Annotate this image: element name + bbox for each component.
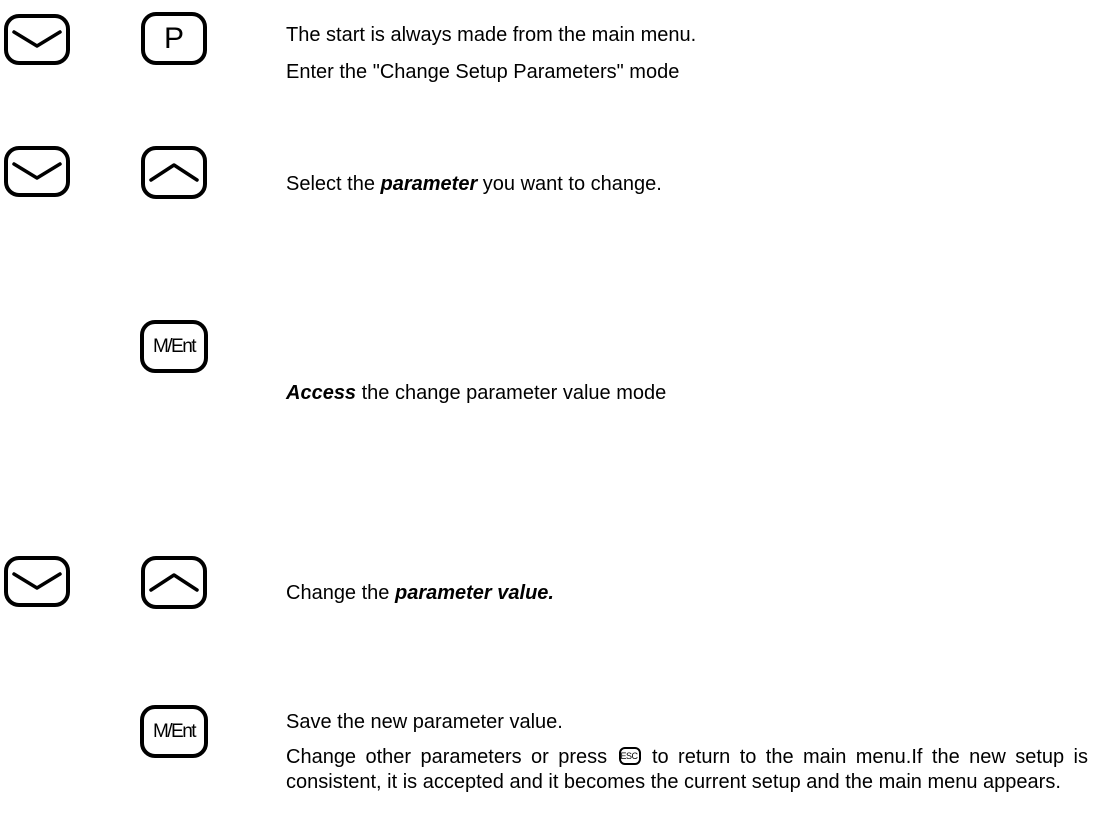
down-arrow-key-icon (4, 14, 70, 65)
up-arrow-key-icon (141, 146, 207, 199)
step3-text: Access the change parameter value mode (286, 378, 666, 408)
p-key-label: P (163, 21, 184, 55)
step2-suffix: you want to change. (477, 173, 662, 195)
esc-key-icon: ESC (618, 747, 641, 765)
step2-text: Select the parameter you want to change. (286, 169, 662, 199)
menu-enter-key-label: M/Ent (152, 335, 197, 357)
step5-para-prefix: Change other parameters or press (286, 746, 617, 768)
menu-enter-key-icon: M/Ent (140, 320, 208, 373)
menu-enter-key-icon: M/Ent (140, 705, 208, 758)
up-arrow-key-icon (141, 556, 207, 609)
esc-key-label: ESC (620, 751, 639, 761)
step5-paragraph: Change other parameters or press ESC to … (286, 745, 1088, 795)
step1-line1: The start is always made from the main m… (286, 24, 697, 46)
down-arrow-key-icon (4, 556, 70, 607)
step2-prefix: Select the (286, 173, 381, 195)
step3-bold: Access (286, 382, 357, 404)
step4-text: Change the parameter value. (286, 578, 554, 608)
down-arrow-key-icon (4, 146, 70, 197)
menu-enter-key-label: M/Ent (152, 720, 197, 742)
step3-suffix: the change parameter value mode (356, 382, 667, 404)
step5-line1: Save the new parameter value. (286, 711, 563, 733)
step4-prefix: Change the (286, 582, 395, 604)
step2-bold: parameter (380, 173, 478, 195)
step4-bold: parameter value. (394, 582, 554, 604)
step1-line2: Enter the "Change Setup Parameters" mode (286, 61, 680, 83)
p-key-icon: P (141, 12, 207, 65)
